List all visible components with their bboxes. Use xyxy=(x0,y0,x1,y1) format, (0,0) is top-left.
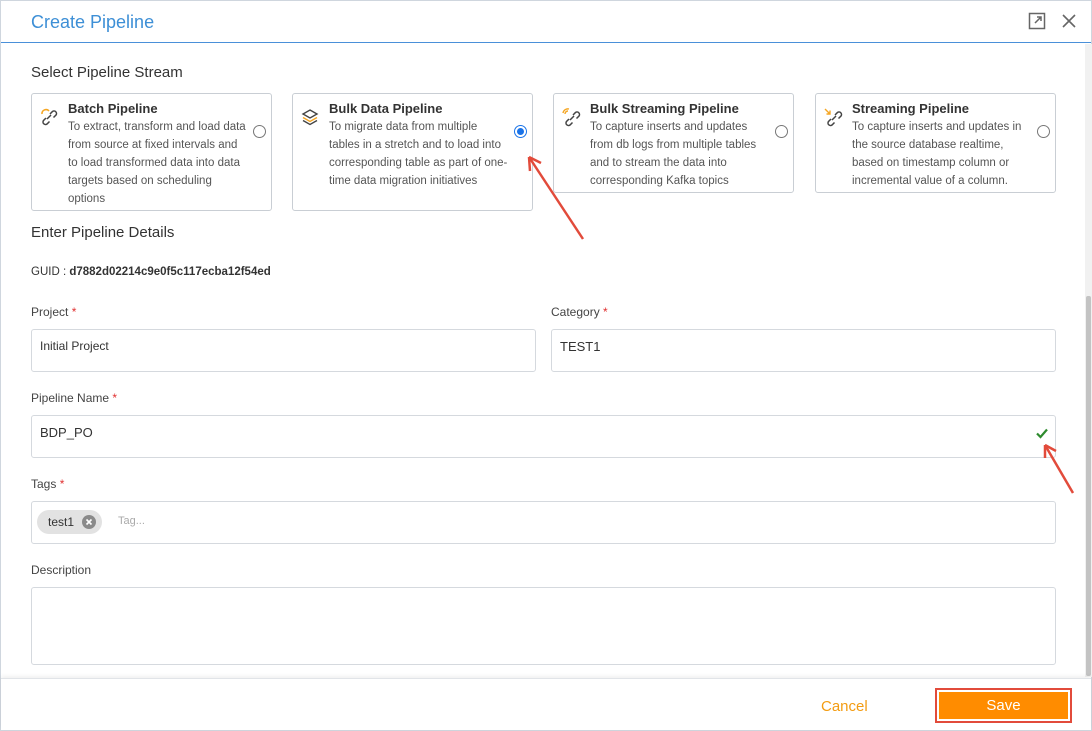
close-icon[interactable] xyxy=(1059,11,1079,31)
required-mark: * xyxy=(603,305,608,319)
remove-tag-icon[interactable] xyxy=(82,515,97,529)
save-button-highlight: Save xyxy=(935,688,1072,723)
scrollbar-thumb[interactable] xyxy=(1086,296,1091,676)
cancel-button[interactable]: Cancel xyxy=(821,698,868,715)
required-mark: * xyxy=(59,477,65,491)
tag-chip-label: test1 xyxy=(48,515,75,529)
save-button[interactable]: Save xyxy=(939,692,1068,719)
guid-line: GUID : d7882d02214c9e0f5c117ecba12f54ed xyxy=(31,266,271,278)
pipeline-name-label-text: Pipeline Name xyxy=(31,391,110,405)
annotation-arrow-icon xyxy=(1043,443,1075,494)
dialog-footer: Cancel Save xyxy=(1,678,1091,730)
card-streaming-pipeline[interactable]: Streaming Pipeline To capture inserts an… xyxy=(815,93,1056,193)
checkmark-icon xyxy=(1035,426,1049,440)
project-field[interactable]: Initial Project xyxy=(31,329,536,372)
card-title: Bulk Data Pipeline xyxy=(329,101,443,116)
tags-label-text: Tags xyxy=(31,477,57,491)
project-label: Project * xyxy=(31,305,76,319)
category-value: TEST1 xyxy=(560,339,601,354)
card-description: To migrate data from multiple tables in … xyxy=(329,121,508,187)
pipeline-name-input[interactable]: BDP_PO xyxy=(31,415,1056,458)
description-textarea[interactable] xyxy=(31,587,1056,665)
arrow-link-icon xyxy=(823,107,843,127)
required-mark: * xyxy=(71,305,77,319)
radio-bulk-streaming-pipeline[interactable] xyxy=(775,125,788,138)
description-label: Description xyxy=(31,563,92,577)
card-bulk-data-pipeline[interactable]: Bulk Data Pipeline To migrate data from … xyxy=(292,93,533,211)
details-section-title: Enter Pipeline Details xyxy=(31,224,175,241)
tags-input[interactable]: test1 Tag... xyxy=(31,501,1056,544)
project-label-text: Project xyxy=(31,305,69,319)
pipeline-name-value: BDP_PO xyxy=(40,425,93,440)
tags-label: Tags * xyxy=(31,477,64,491)
dialog-header: Create Pipeline xyxy=(1,1,1091,43)
card-title: Streaming Pipeline xyxy=(852,101,970,116)
layers-icon xyxy=(300,107,320,127)
category-label-text: Category xyxy=(551,305,600,319)
expand-icon[interactable] xyxy=(1027,11,1047,31)
batch-link-icon xyxy=(39,107,59,127)
guid-label: GUID : xyxy=(31,266,67,278)
card-description: To capture inserts and updates in the so… xyxy=(852,121,1022,187)
category-label: Category * xyxy=(551,305,608,319)
project-value: Initial Project xyxy=(40,339,109,353)
tag-chip: test1 xyxy=(37,510,103,534)
dialog-title: Create Pipeline xyxy=(31,12,155,32)
streaming-link-icon xyxy=(561,107,581,127)
radio-streaming-pipeline[interactable] xyxy=(1037,125,1050,138)
radio-bulk-data-pipeline[interactable] xyxy=(514,125,527,138)
guid-value: d7882d02214c9e0f5c117ecba12f54ed xyxy=(69,266,271,278)
tag-input-placeholder[interactable]: Tag... xyxy=(118,515,145,527)
create-pipeline-dialog: Create Pipeline Select Pipeline Stream B… xyxy=(0,0,1092,731)
stream-section-title: Select Pipeline Stream xyxy=(31,64,183,81)
card-title: Bulk Streaming Pipeline xyxy=(590,101,739,116)
card-title: Batch Pipeline xyxy=(68,101,158,116)
pipeline-name-label: Pipeline Name * xyxy=(31,391,117,405)
card-batch-pipeline[interactable]: Batch Pipeline To extract, transform and… xyxy=(31,93,272,211)
radio-batch-pipeline[interactable] xyxy=(253,125,266,138)
required-mark: * xyxy=(112,391,118,405)
category-field[interactable]: TEST1 xyxy=(551,329,1056,372)
annotation-arrow-icon xyxy=(527,155,585,240)
card-description: To capture inserts and updates from db l… xyxy=(590,121,757,187)
card-description: To extract, transform and load data from… xyxy=(68,121,246,205)
